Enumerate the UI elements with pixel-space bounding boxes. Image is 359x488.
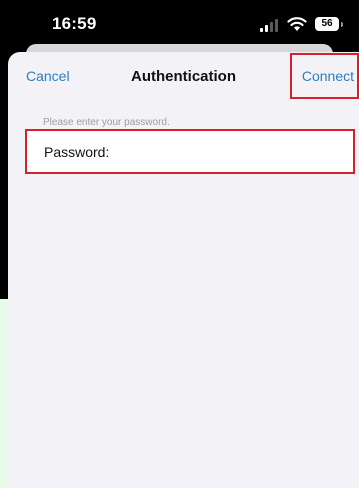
side-panel-edge (0, 299, 8, 488)
battery-icon: 56 (315, 17, 339, 31)
authentication-sheet: Cancel Authentication Connect Please ent… (8, 52, 359, 488)
battery-tip (341, 22, 343, 27)
wifi-icon (287, 17, 307, 31)
status-icons: 56 (233, 15, 343, 35)
status-bar: 16:59 56 (0, 0, 359, 50)
connect-highlight-box (290, 53, 359, 99)
password-input[interactable] (112, 138, 351, 168)
password-hint: Please enter your password. (43, 117, 170, 128)
status-time: 16:59 (52, 14, 97, 33)
password-label: Password: (44, 144, 110, 160)
password-field-row[interactable]: Password: (25, 129, 355, 174)
signal-icon (260, 19, 278, 32)
battery-level: 56 (321, 18, 333, 29)
nav-bar: Cancel Authentication Connect (8, 52, 359, 102)
